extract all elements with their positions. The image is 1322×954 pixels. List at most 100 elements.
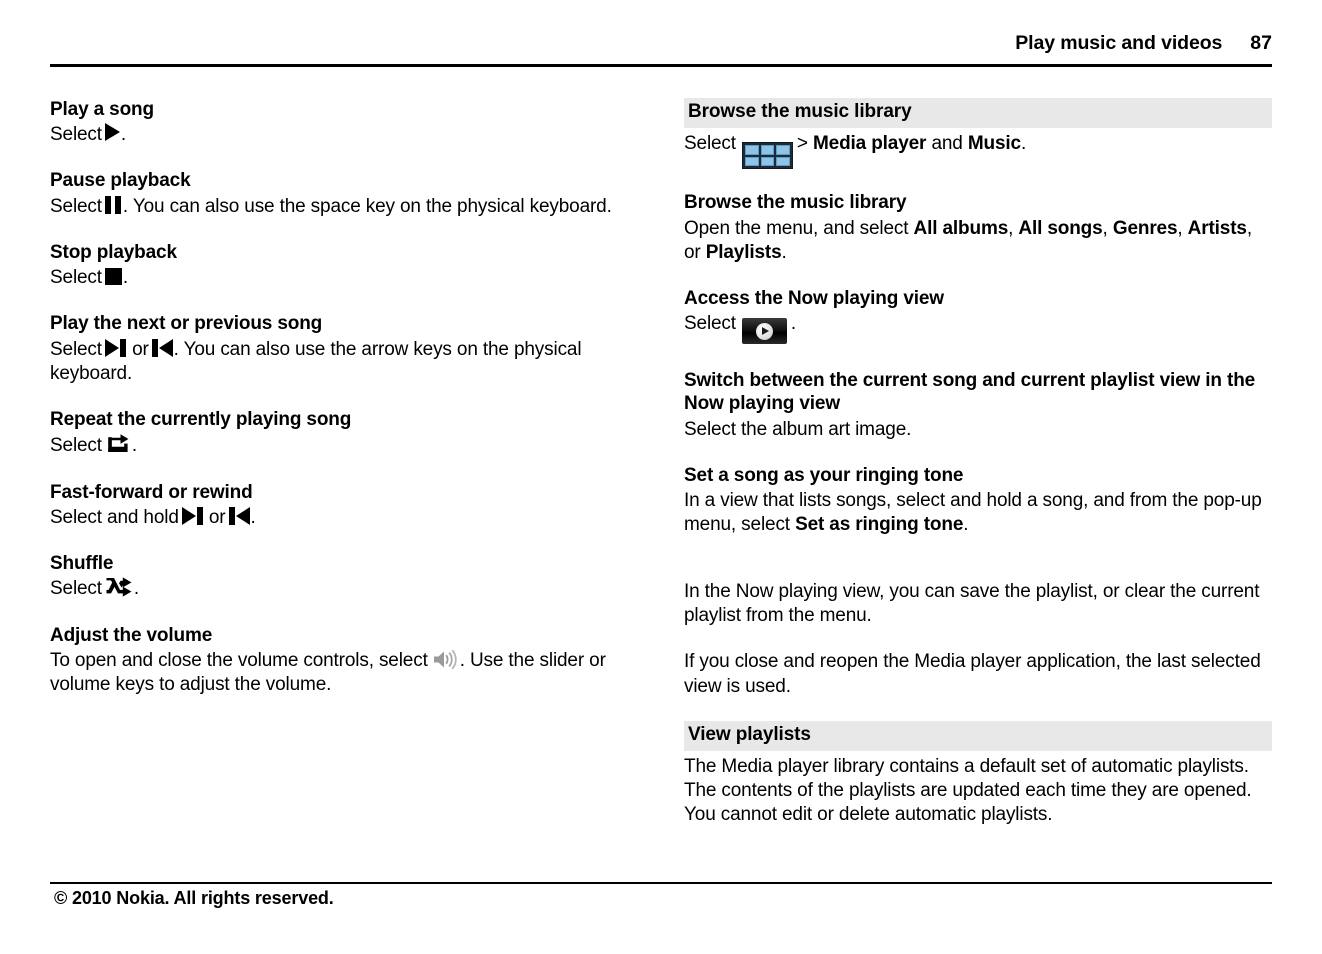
volume-icon: [433, 649, 459, 670]
shuffle-icon: [106, 577, 133, 597]
instruction-fast-forward-rewind: Select and hold or.: [50, 506, 638, 530]
paragraph-automatic-playlists: The Media player library contains a defa…: [684, 755, 1252, 826]
repeat-icon: [106, 433, 131, 454]
select-label: Select: [50, 267, 102, 289]
play-disc-glyph: [755, 322, 773, 340]
bold-music: Music: [967, 132, 1021, 154]
separator: ,: [1102, 217, 1113, 239]
previous-track-icon: [151, 338, 173, 357]
bold-all-albums: All albums: [913, 217, 1009, 239]
trailing-text: .: [781, 241, 787, 263]
instruction-open-menu: Open the menu, and select All albums, Al…: [684, 217, 1272, 266]
instruction-browse-music-library: Select > Media player and Music.: [684, 132, 1272, 170]
select-label: Select: [684, 313, 736, 335]
heading-access-now-playing: Access the Now playing view: [684, 288, 944, 310]
lead-text: In a view that lists songs, select and h…: [684, 490, 1262, 536]
heading-fast-forward-rewind: Fast-forward or rewind: [50, 481, 253, 503]
section-heading-view-playlists: View playlists: [684, 721, 1272, 751]
header-title: Play music and videos: [1015, 32, 1223, 54]
header-divider: [50, 64, 1272, 67]
instruction-play-a-song: Select.: [50, 123, 638, 147]
select-hold-label: Select and hold: [50, 506, 179, 528]
heading-browse-music-library-2: Browse the music library: [684, 192, 907, 214]
next-track-icon: [181, 506, 203, 525]
menu-grid-icon: [741, 142, 793, 170]
pause-icon: [104, 195, 122, 214]
heading-switch-song-playlist-view: Switch between the current song and curr…: [684, 370, 1256, 415]
trailing-text: .: [250, 506, 256, 528]
separator: ,: [1008, 217, 1019, 239]
select-label: To open and close the volume controls, s…: [50, 649, 428, 671]
stop-icon: [104, 268, 122, 286]
section-heading-browse-music-library: Browse the music library: [684, 98, 1272, 128]
instruction-adjust-volume: To open and close the volume controls, s…: [50, 649, 638, 698]
footer-divider: [50, 882, 1272, 884]
select-label: Select: [50, 195, 102, 217]
trailing-text: .: [131, 435, 138, 457]
instruction-access-now-playing: Select.: [684, 312, 1272, 345]
or-label: or: [132, 338, 149, 360]
instruction-shuffle: Select.: [50, 577, 638, 601]
select-label: Select: [684, 132, 736, 154]
separator: ,: [1177, 217, 1188, 239]
heading-adjust-volume: Adjust the volume: [50, 624, 213, 646]
instruction-set-ringing-tone: In a view that lists songs, select and h…: [684, 489, 1272, 538]
bold-all-songs: All songs: [1018, 217, 1103, 239]
footer-copyright: © 2010 Nokia. All rights reserved.: [54, 888, 334, 908]
heading-stop-playback: Stop playback: [50, 241, 177, 263]
lead-text: Open the menu, and select: [684, 217, 914, 239]
trailing-text: . You can also use the space key on the …: [122, 195, 612, 217]
bold-genres: Genres: [1112, 217, 1178, 239]
heading-repeat-song: Repeat the currently playing song: [50, 409, 352, 431]
heading-play-a-song: Play a song: [50, 99, 154, 120]
separator-text: >: [796, 132, 813, 154]
instruction-next-previous-song: Select or. You can also use the arrow ke…: [50, 338, 638, 387]
trailing-text: . You can also use the arrow keys on the…: [50, 338, 582, 384]
trailing-text: .: [133, 578, 140, 600]
heading-shuffle: Shuffle: [50, 553, 114, 575]
bold-media-player: Media player: [813, 132, 927, 154]
bold-artists: Artists: [1187, 217, 1247, 239]
trailing-text: .: [790, 313, 797, 335]
or-label: or: [208, 506, 226, 528]
select-label: Select: [50, 338, 102, 360]
paragraph-save-clear-playlist: In the Now playing view, you can save th…: [684, 580, 1260, 627]
previous-track-icon: [228, 506, 250, 525]
next-track-icon: [104, 338, 126, 357]
two-column-body: Play a song Select. Pause playback Selec…: [50, 98, 1272, 828]
play-icon: [104, 123, 120, 142]
instruction-pause-playback: Select . You can also use the space key o…: [50, 195, 638, 219]
trailing-text: .: [120, 124, 127, 146]
bold-playlists: Playlists: [705, 241, 782, 263]
paragraph-last-selected-view: If you close and reopen the Media player…: [684, 651, 1261, 697]
bold-set-as-ringing-tone: Set as ringing tone: [795, 514, 964, 536]
instruction-stop-playback: Select.: [50, 266, 638, 290]
instruction-repeat-song: Select.: [50, 433, 638, 458]
and-text: and: [926, 132, 968, 154]
right-column: Browse the music library Select > Media p…: [684, 98, 1272, 828]
trailing-text: .: [1020, 132, 1027, 154]
instruction-switch-song-playlist-view: Select the album art image.: [684, 418, 912, 440]
select-label: Select: [50, 124, 102, 146]
document-page: Play music and videos 87 Play a song Sel…: [0, 0, 1322, 954]
trailing-text: .: [963, 514, 969, 536]
trailing-text: .: [122, 267, 129, 289]
select-label: Select: [50, 435, 102, 457]
page-number: 87: [1250, 32, 1272, 54]
heading-next-previous-song: Play the next or previous song: [50, 313, 323, 335]
heading-pause-playback: Pause playback: [50, 170, 191, 192]
